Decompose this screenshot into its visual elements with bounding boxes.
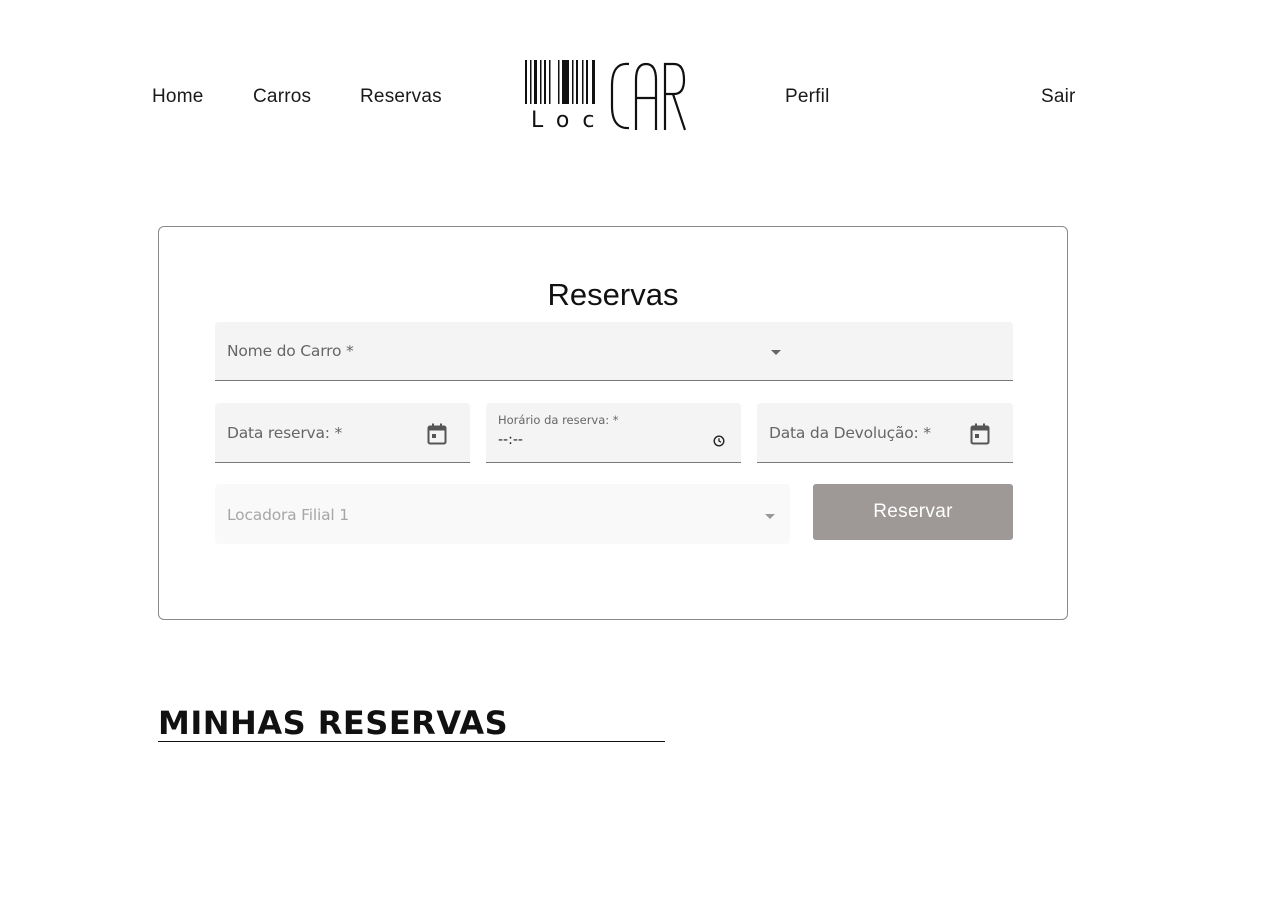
nav-cars[interactable]: Carros bbox=[253, 86, 311, 108]
reservation-form-card: Reservas Nome do Carro * Data reserva: *… bbox=[158, 226, 1068, 620]
reservation-date-input[interactable]: Data reserva: * bbox=[215, 403, 470, 463]
dropdown-caret-icon bbox=[765, 514, 775, 519]
dropdown-caret-icon bbox=[771, 350, 781, 355]
calendar-icon[interactable] bbox=[427, 423, 447, 450]
calendar-icon[interactable] bbox=[970, 423, 990, 450]
nav-home[interactable]: Home bbox=[152, 86, 203, 108]
return-date-input[interactable]: Data da Devolução: * bbox=[757, 403, 1013, 463]
branch-select[interactable]: Locadora Filial 1 bbox=[215, 484, 790, 544]
logo-loc-text: Loc bbox=[531, 108, 608, 133]
form-title: Reservas bbox=[547, 277, 679, 312]
return-date-label: Data da Devolução: * bbox=[769, 424, 931, 442]
reserve-button[interactable]: Reservar bbox=[813, 484, 1013, 540]
branch-value: Locadora Filial 1 bbox=[227, 506, 349, 524]
nav-profile[interactable]: Perfil bbox=[785, 86, 830, 108]
reservation-date-label: Data reserva: * bbox=[227, 424, 343, 442]
car-name-select[interactable]: Nome do Carro * bbox=[215, 322, 1013, 381]
clock-icon[interactable] bbox=[713, 434, 725, 452]
nav-reservations[interactable]: Reservas bbox=[360, 86, 442, 108]
reservation-time-input[interactable]: Horário da reserva: * --:-- bbox=[486, 403, 741, 463]
my-reservations-title: MINHAS RESERVAS bbox=[158, 705, 665, 742]
logo[interactable]: Loc bbox=[523, 56, 689, 136]
car-name-label: Nome do Carro * bbox=[227, 342, 354, 360]
nav-logout[interactable]: Sair bbox=[1041, 86, 1076, 108]
reservation-time-label: Horário da reserva: * bbox=[498, 413, 619, 427]
reservation-time-value: --:-- bbox=[498, 432, 523, 448]
